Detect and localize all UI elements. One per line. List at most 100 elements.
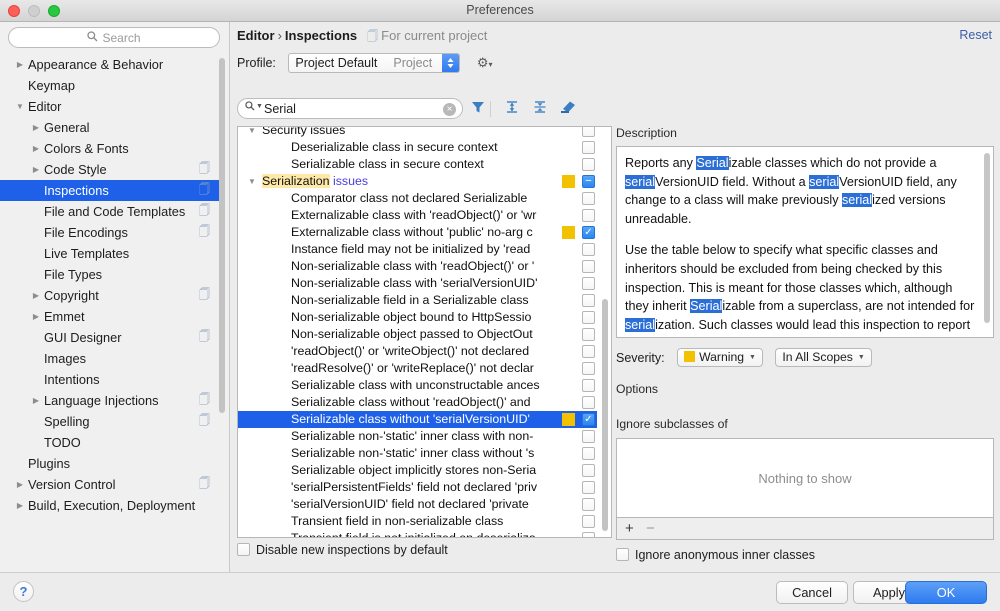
- collapse-all-icon[interactable]: [531, 100, 549, 118]
- tree-row[interactable]: Serializable non-'static' inner class wi…: [238, 428, 611, 445]
- sidebar-item-copyright[interactable]: ▶ Copyright 🗍: [0, 285, 222, 306]
- tree-row[interactable]: Non-serializable class with 'readObject(…: [238, 258, 611, 275]
- tree-row[interactable]: Serializable class without 'serialVersio…: [238, 411, 611, 428]
- tree-row-checkbox[interactable]: [582, 498, 595, 511]
- chevron-right-icon[interactable]: ▶: [12, 54, 28, 75]
- sidebar-item-colors-fonts[interactable]: ▶ Colors & Fonts: [0, 138, 222, 159]
- add-button[interactable]: +: [625, 519, 634, 539]
- breadcrumb-parent[interactable]: Editor: [237, 28, 275, 43]
- tree-row-checkbox[interactable]: [582, 345, 595, 358]
- chevron-right-icon[interactable]: ▶: [28, 117, 44, 138]
- chevron-right-icon[interactable]: ▶: [12, 474, 28, 495]
- sidebar-item-file-and-code-templates[interactable]: File and Code Templates 🗍: [0, 201, 222, 222]
- tree-row-checkbox[interactable]: [582, 192, 595, 205]
- sidebar-item-appearance-behavior[interactable]: ▶ Appearance & Behavior: [0, 54, 222, 75]
- tree-row-checkbox[interactable]: [582, 260, 595, 273]
- chevron-right-icon[interactable]: ▶: [28, 390, 44, 411]
- tree-row-checkbox[interactable]: [582, 481, 595, 494]
- chevron-right-icon[interactable]: ▶: [28, 159, 44, 180]
- description-scrollbar[interactable]: [984, 153, 990, 323]
- chevron-right-icon[interactable]: ▶: [28, 285, 44, 306]
- inspection-search-input[interactable]: ▼ Serial ×: [237, 98, 463, 119]
- tree-row[interactable]: Non-serializable field in a Serializable…: [238, 292, 611, 309]
- tree-row[interactable]: ▼ Serialization issues −: [238, 173, 611, 190]
- tree-row-checkbox[interactable]: [582, 379, 595, 392]
- inspection-tree[interactable]: ▼ Security issues Deserializable class in …: [237, 126, 612, 538]
- ok-button[interactable]: OK: [905, 581, 987, 604]
- sidebar-item-intentions[interactable]: Intentions: [0, 369, 222, 390]
- chevron-down-icon[interactable]: ▼: [246, 127, 258, 139]
- tree-row-checkbox[interactable]: [582, 158, 595, 171]
- sidebar-item-language-injections[interactable]: ▶ Language Injections 🗍: [0, 390, 222, 411]
- search-input[interactable]: Search: [8, 27, 220, 48]
- cancel-button[interactable]: Cancel: [776, 581, 848, 604]
- ignore-anonymous-row[interactable]: Ignore anonymous inner classes: [616, 548, 815, 562]
- sidebar-item-general[interactable]: ▶ General: [0, 117, 222, 138]
- expand-all-icon[interactable]: [503, 100, 521, 118]
- chevron-down-icon[interactable]: ▼: [256, 103, 263, 110]
- gear-icon[interactable]: ⚙▾: [477, 55, 493, 71]
- sidebar-item-inspections[interactable]: Inspections 🗍: [0, 180, 222, 201]
- tree-row-checkbox[interactable]: [582, 141, 595, 154]
- sidebar-item-editor[interactable]: ▼ Editor: [0, 96, 222, 117]
- tree-row-checkbox[interactable]: [582, 362, 595, 375]
- tree-row[interactable]: Serializable class with unconstructable …: [238, 377, 611, 394]
- tree-row-checkbox[interactable]: [582, 328, 595, 341]
- chevron-right-icon[interactable]: ▶: [28, 306, 44, 327]
- tree-row-checkbox[interactable]: −: [582, 175, 595, 188]
- help-button[interactable]: ?: [13, 581, 34, 602]
- disable-new-inspections-checkbox[interactable]: [237, 543, 250, 556]
- tree-row-checkbox[interactable]: [582, 311, 595, 324]
- severity-select[interactable]: Warning ▼: [677, 348, 763, 368]
- tree-row-checkbox[interactable]: [582, 430, 595, 443]
- tree-row[interactable]: ▼ Security issues: [238, 127, 611, 139]
- sidebar-item-file-encodings[interactable]: File Encodings 🗍: [0, 222, 222, 243]
- tree-row-checkbox[interactable]: ✓: [582, 413, 595, 426]
- tree-row[interactable]: Serializable object implicitly stores no…: [238, 462, 611, 479]
- sidebar-item-build-execution-deployment[interactable]: ▶ Build, Execution, Deployment: [0, 495, 222, 516]
- tree-row[interactable]: 'serialVersionUID' field not declared 'p…: [238, 496, 611, 513]
- tree-row[interactable]: Externalizable class with 'readObject()'…: [238, 207, 611, 224]
- tree-row-checkbox[interactable]: [582, 515, 595, 528]
- tree-row[interactable]: Transient field in non-serializable clas…: [238, 513, 611, 530]
- chevron-down-icon[interactable]: ▼: [12, 96, 28, 117]
- ignore-subclasses-table[interactable]: Nothing to show: [616, 438, 994, 518]
- sidebar-item-todo[interactable]: TODO: [0, 432, 222, 453]
- tree-row[interactable]: Transient field is not initialized on de…: [238, 530, 611, 537]
- tree-row[interactable]: Serializable non-'static' inner class wi…: [238, 445, 611, 462]
- clear-icon[interactable]: ×: [443, 103, 456, 116]
- tree-row-checkbox[interactable]: [582, 209, 595, 222]
- sidebar-item-emmet[interactable]: ▶ Emmet: [0, 306, 222, 327]
- tree-row-checkbox[interactable]: ✓: [582, 226, 595, 239]
- tree-row[interactable]: Non-serializable class with 'serialVersi…: [238, 275, 611, 292]
- profile-select[interactable]: Project Default Project: [288, 52, 461, 73]
- tree-row-checkbox[interactable]: [582, 447, 595, 460]
- tree-row[interactable]: 'serialPersistentFields' field not decla…: [238, 479, 611, 496]
- tree-row[interactable]: Non-serializable object passed to Object…: [238, 326, 611, 343]
- sidebar-item-images[interactable]: Images: [0, 348, 222, 369]
- tree-row[interactable]: 'readObject()' or 'writeObject()' not de…: [238, 343, 611, 360]
- inspection-tree-scrollbar[interactable]: [602, 299, 608, 531]
- tree-row-checkbox[interactable]: [582, 277, 595, 290]
- tree-row[interactable]: Serializable class without 'readObject()…: [238, 394, 611, 411]
- disable-new-inspections-row[interactable]: Disable new inspections by default: [237, 543, 448, 557]
- sidebar-item-plugins[interactable]: Plugins: [0, 453, 222, 474]
- tree-row-checkbox[interactable]: [582, 532, 595, 537]
- filter-icon[interactable]: [469, 100, 487, 118]
- chevron-right-icon[interactable]: ▶: [12, 495, 28, 516]
- reset-to-defaults-icon[interactable]: [559, 100, 577, 118]
- tree-row[interactable]: Non-serializable object bound to HttpSes…: [238, 309, 611, 326]
- tree-row[interactable]: 'readResolve()' or 'writeReplace()' not …: [238, 360, 611, 377]
- tree-row-checkbox[interactable]: [582, 243, 595, 256]
- tree-row[interactable]: Externalizable class without 'public' no…: [238, 224, 611, 241]
- sidebar-tree[interactable]: ▶ Appearance & Behavior Keymap ▼ Editor ▶ Gene…: [0, 54, 222, 569]
- tree-row[interactable]: Deserializable class in secure context: [238, 139, 611, 156]
- tree-row-checkbox[interactable]: [582, 396, 595, 409]
- scope-select[interactable]: In All Scopes ▼: [775, 348, 872, 368]
- tree-row[interactable]: Instance field may not be initialized by…: [238, 241, 611, 258]
- reset-link[interactable]: Reset: [959, 28, 992, 42]
- sidebar-item-gui-designer[interactable]: GUI Designer 🗍: [0, 327, 222, 348]
- sidebar-item-file-types[interactable]: File Types: [0, 264, 222, 285]
- tree-row-checkbox[interactable]: [582, 464, 595, 477]
- ignore-anonymous-checkbox[interactable]: [616, 548, 629, 561]
